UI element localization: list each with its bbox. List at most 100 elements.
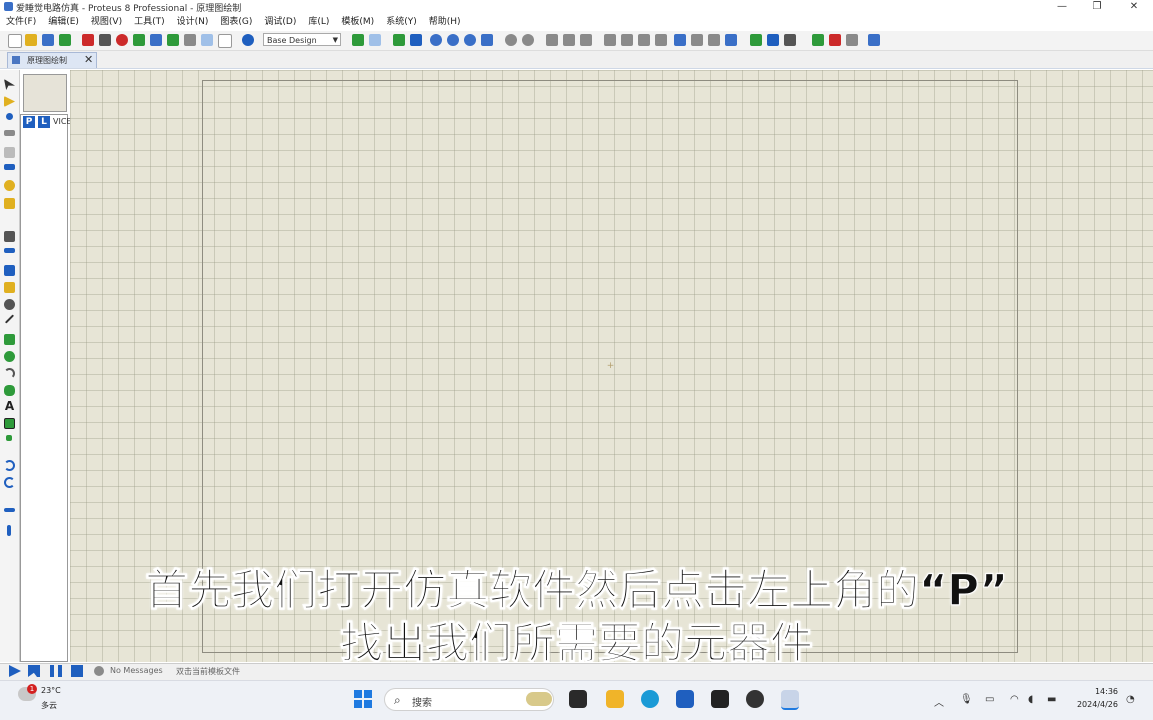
notification-bell-icon[interactable]: ◔	[1126, 694, 1135, 705]
design-select[interactable]: Base Design ▼	[263, 33, 341, 46]
make-device-icon[interactable]	[691, 34, 703, 46]
mirror-vertical-icon[interactable]	[7, 525, 11, 536]
volume-icon[interactable]: ◖	[1028, 694, 1033, 705]
clock-date[interactable]: 2024/4/26	[1058, 700, 1118, 709]
block-delete-icon[interactable]	[655, 34, 667, 46]
pan-icon[interactable]	[410, 34, 422, 46]
wire-label-icon[interactable]	[4, 130, 15, 136]
menu-library[interactable]: 库(L)	[308, 15, 329, 30]
terminal-icon[interactable]	[4, 198, 15, 209]
block-copy-icon[interactable]	[604, 34, 616, 46]
library-manager-button[interactable]: L	[38, 116, 50, 128]
menu-file[interactable]: 文件(F)	[6, 15, 36, 30]
save-icon[interactable]	[42, 34, 54, 46]
selection-mode-icon[interactable]	[4, 79, 15, 90]
junction-dot-icon[interactable]	[6, 113, 13, 120]
device-pin-icon[interactable]	[4, 231, 15, 242]
bill-icon[interactable]	[846, 34, 858, 46]
path-tool-icon[interactable]	[4, 385, 15, 396]
rotate-clockwise-icon[interactable]	[4, 460, 15, 471]
bom-icon[interactable]	[167, 34, 179, 46]
restore-button[interactable]: ❐	[1080, 0, 1114, 14]
task-view-icon[interactable]	[569, 690, 587, 708]
tab-close-icon[interactable]: ✕	[84, 53, 93, 66]
windows-start-icon[interactable]	[354, 690, 372, 708]
search-tag-icon[interactable]	[767, 34, 779, 46]
wifi-icon[interactable]: ◠	[1010, 694, 1019, 705]
document-icon[interactable]	[218, 34, 232, 48]
voltage-probe-icon[interactable]	[4, 299, 15, 310]
circle-tool-icon[interactable]	[4, 351, 15, 362]
mirror-horizontal-icon[interactable]	[4, 508, 15, 512]
arc-tool-icon[interactable]	[4, 368, 15, 379]
origin-icon[interactable]	[393, 34, 405, 46]
3d-view-icon[interactable]	[133, 34, 145, 46]
generator-icon[interactable]	[4, 282, 15, 293]
text-tool-icon[interactable]: A	[4, 400, 15, 412]
clock-time[interactable]: 14:36	[1068, 687, 1118, 696]
text-script-icon[interactable]	[4, 147, 15, 158]
annotate-icon[interactable]	[868, 34, 880, 46]
menu-system[interactable]: 系统(Y)	[386, 15, 417, 30]
decompose-icon[interactable]	[725, 34, 737, 46]
rotate-anticlockwise-icon[interactable]	[4, 477, 15, 488]
minimize-button[interactable]: —	[1045, 0, 1079, 14]
menu-debug[interactable]: 调试(D)	[264, 15, 296, 30]
refresh-icon[interactable]	[352, 34, 364, 46]
notes-icon[interactable]	[201, 34, 213, 46]
stop-icon[interactable]	[71, 665, 83, 677]
proteus-app-icon[interactable]	[781, 690, 799, 710]
menu-graph[interactable]: 图表(G)	[220, 15, 252, 30]
overview-window[interactable]	[23, 74, 67, 112]
netlist-icon[interactable]	[812, 34, 824, 46]
schematic-icon[interactable]	[99, 34, 111, 46]
cut-icon[interactable]	[546, 34, 558, 46]
line-tool-icon[interactable]	[4, 314, 15, 324]
home-icon[interactable]	[82, 34, 94, 46]
redo-icon[interactable]	[522, 34, 534, 46]
packaging-icon[interactable]	[708, 34, 720, 46]
store-icon[interactable]	[676, 690, 694, 708]
marker-tool-icon[interactable]	[6, 435, 12, 441]
menu-help[interactable]: 帮助(H)	[429, 15, 461, 30]
grid-icon[interactable]	[369, 34, 381, 46]
close-button[interactable]: ✕	[1117, 0, 1151, 14]
menu-edit[interactable]: 编辑(E)	[48, 15, 79, 30]
box-tool-icon[interactable]	[4, 334, 15, 345]
edge-browser-icon[interactable]	[641, 690, 659, 708]
zoom-area-icon[interactable]	[481, 34, 493, 46]
electrical-check-icon[interactable]	[829, 34, 841, 46]
import-icon[interactable]	[59, 34, 71, 46]
tray-chevron-up-icon[interactable]: ︿	[934, 694, 944, 709]
pause-icon[interactable]	[50, 665, 62, 677]
paste-icon[interactable]	[580, 34, 592, 46]
capcut-icon[interactable]	[711, 690, 729, 708]
open-folder-icon[interactable]	[25, 34, 37, 46]
pick-devices-button[interactable]: P	[23, 116, 35, 128]
zoom-out-icon[interactable]	[447, 34, 459, 46]
tape-recorder-icon[interactable]	[4, 265, 15, 276]
chrome-browser-icon[interactable]	[746, 690, 764, 708]
undo-icon[interactable]	[505, 34, 517, 46]
subcircuit-icon[interactable]	[4, 180, 15, 191]
menu-design[interactable]: 设计(N)	[177, 15, 209, 30]
block-move-icon[interactable]	[621, 34, 633, 46]
menu-template[interactable]: 模板(M)	[341, 15, 374, 30]
zoom-all-icon[interactable]	[464, 34, 476, 46]
new-file-icon[interactable]	[8, 34, 22, 48]
battery-icon[interactable]: ▬	[1047, 694, 1056, 705]
tab-schematic[interactable]: 原理图绘制 ✕	[7, 52, 97, 68]
menu-tools[interactable]: 工具(T)	[134, 15, 165, 30]
wire-autorouter-icon[interactable]	[750, 34, 762, 46]
file-explorer-icon[interactable]	[606, 690, 624, 708]
block-rotate-icon[interactable]	[638, 34, 650, 46]
bus-icon[interactable]	[4, 164, 15, 170]
microphone-icon[interactable]: 🎙	[960, 694, 973, 705]
pcb-icon[interactable]	[116, 34, 128, 46]
code-icon[interactable]	[184, 34, 196, 46]
symbol-tool-icon[interactable]	[4, 418, 15, 429]
gerber-icon[interactable]	[150, 34, 162, 46]
property-tool-icon[interactable]	[784, 34, 796, 46]
pick-device-icon[interactable]	[674, 34, 686, 46]
display-icon[interactable]: ▭	[985, 694, 994, 705]
